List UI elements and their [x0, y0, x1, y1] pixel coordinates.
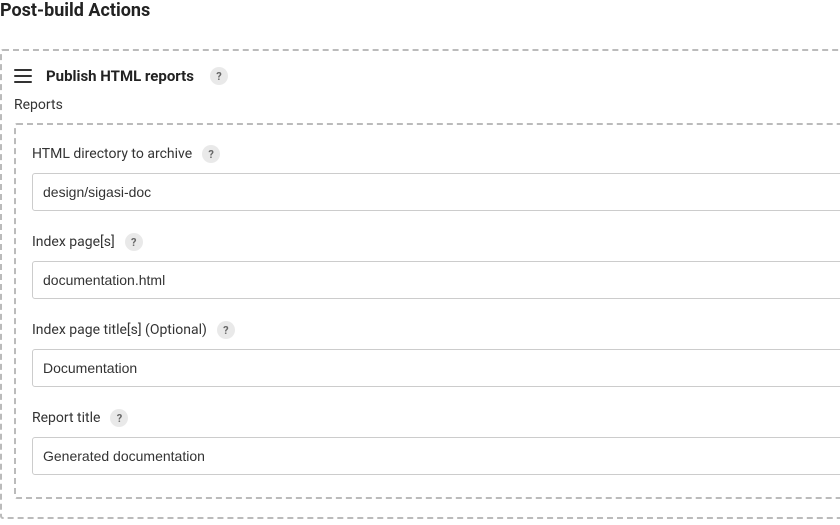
- help-icon[interactable]: ?: [210, 67, 228, 85]
- reports-label: Reports: [14, 97, 840, 113]
- report-config-box: HTML directory to archive ? Index page[s…: [14, 123, 840, 499]
- section-title: Post-build Actions: [0, 0, 840, 21]
- index-pages-input[interactable]: [32, 261, 840, 299]
- html-dir-input[interactable]: [32, 173, 840, 211]
- block-header: Publish HTML reports ?: [14, 63, 840, 95]
- field-report-title: Report title ?: [32, 409, 840, 475]
- report-title-input[interactable]: [32, 437, 840, 475]
- index-titles-input[interactable]: [32, 349, 840, 387]
- help-icon[interactable]: ?: [202, 145, 220, 163]
- html-dir-label: HTML directory to archive: [32, 146, 192, 162]
- field-index-pages: Index page[s] ?: [32, 233, 840, 299]
- drag-handle-icon[interactable]: [14, 69, 32, 83]
- report-title-label: Report title: [32, 410, 100, 426]
- publish-html-reports-block: Publish HTML reports ? Reports HTML dire…: [0, 49, 840, 519]
- index-pages-label: Index page[s]: [32, 234, 115, 250]
- index-titles-label: Index page title[s] (Optional): [32, 322, 207, 338]
- block-title: Publish HTML reports: [46, 67, 194, 85]
- help-icon[interactable]: ?: [125, 233, 143, 251]
- field-html-dir: HTML directory to archive ?: [32, 145, 840, 211]
- help-icon[interactable]: ?: [217, 321, 235, 339]
- help-icon[interactable]: ?: [110, 409, 128, 427]
- field-index-titles: Index page title[s] (Optional) ?: [32, 321, 840, 387]
